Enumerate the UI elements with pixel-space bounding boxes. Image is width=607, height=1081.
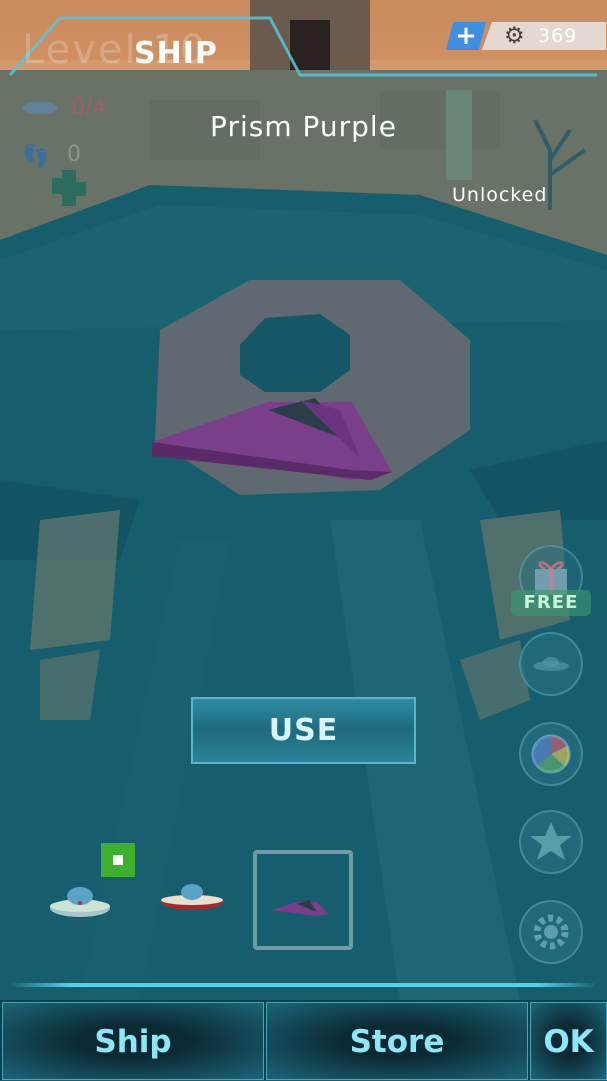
tab-ship[interactable]: Ship	[2, 1002, 264, 1080]
ship-icon	[533, 657, 569, 671]
spin-wheel-icon	[531, 734, 571, 774]
free-badge[interactable]: FREE	[511, 590, 591, 616]
rate-button[interactable]	[519, 810, 583, 874]
currency-display: + ⚙ 369	[446, 22, 606, 50]
ship-slot-ufo-classic[interactable]	[30, 850, 130, 950]
currency-amount: 369	[538, 25, 578, 47]
page-title: SHIP	[134, 36, 218, 71]
footprints-icon: 👣	[22, 144, 50, 169]
settings-button[interactable]	[519, 900, 583, 964]
ufo-red-icon	[161, 884, 223, 910]
ship-name: Prism Purple	[210, 110, 397, 143]
bottom-divider	[12, 983, 595, 987]
ship-slot-ufo-red[interactable]	[142, 850, 242, 950]
tab-store[interactable]: Store	[266, 1002, 528, 1080]
spin-wheel-button[interactable]	[519, 722, 583, 786]
ship-status: Unlocked	[452, 184, 548, 206]
prism-purple-icon	[271, 900, 329, 916]
use-button[interactable]: USE	[191, 697, 416, 764]
star-icon	[530, 822, 572, 860]
ship-shortcut-button[interactable]	[519, 632, 583, 696]
ok-button[interactable]: OK	[530, 1002, 607, 1080]
ship-slot-prism-purple[interactable]	[253, 850, 353, 950]
footprint-stat: 👣 0	[22, 142, 81, 169]
ufo-classic-icon	[50, 887, 110, 917]
settings-gear-icon	[533, 914, 569, 950]
gear-icon: ⚙	[504, 23, 525, 49]
title-bar: Level 10 SHIP + ⚙ 369	[0, 0, 607, 78]
plus-icon[interactable]: +	[446, 22, 486, 50]
footprint-count: 0	[67, 142, 81, 167]
